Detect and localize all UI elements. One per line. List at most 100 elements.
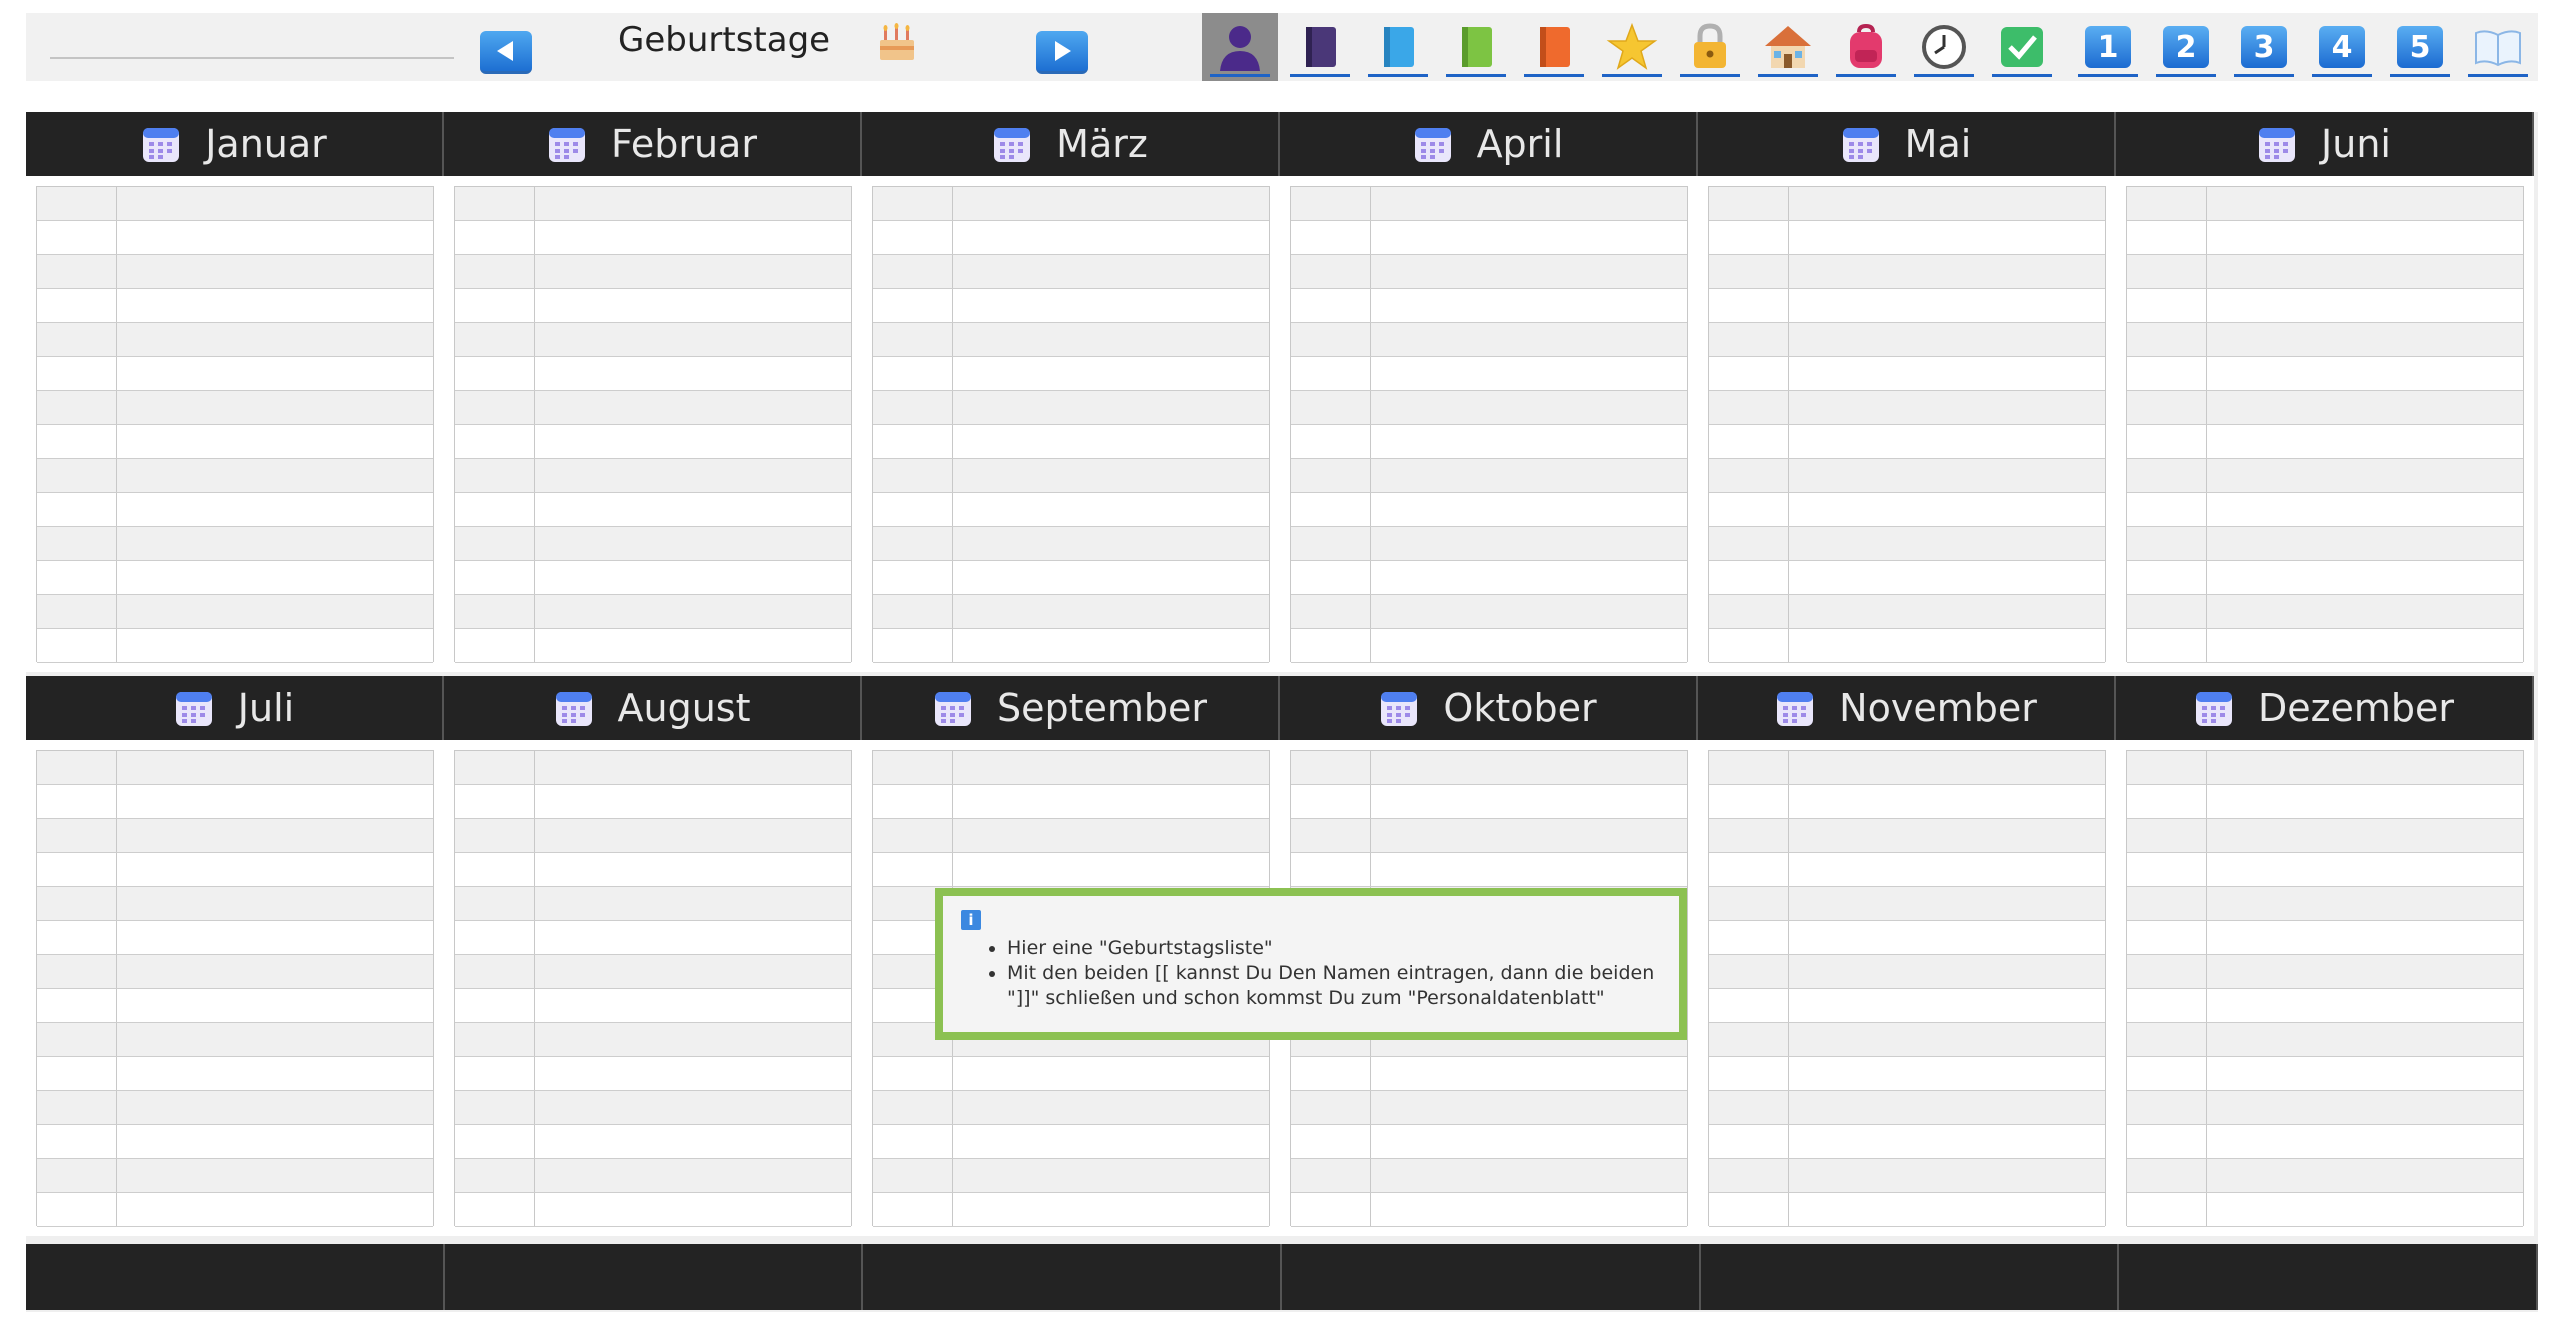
name-cell[interactable] bbox=[535, 785, 851, 818]
name-cell[interactable] bbox=[1789, 425, 2105, 458]
table-row[interactable] bbox=[873, 595, 1269, 629]
table-row[interactable] bbox=[873, 1091, 1269, 1125]
table-row[interactable] bbox=[1709, 289, 2105, 323]
day-cell[interactable] bbox=[1291, 1091, 1371, 1124]
table-row[interactable] bbox=[455, 527, 851, 561]
table-row[interactable] bbox=[37, 921, 433, 955]
table-row[interactable] bbox=[873, 255, 1269, 289]
name-cell[interactable] bbox=[1371, 527, 1687, 560]
name-cell[interactable] bbox=[1371, 1193, 1687, 1226]
name-cell[interactable] bbox=[1789, 357, 2105, 390]
name-cell[interactable] bbox=[953, 459, 1269, 492]
day-cell[interactable] bbox=[1709, 391, 1789, 424]
day-cell[interactable] bbox=[455, 1023, 535, 1056]
table-row[interactable] bbox=[1709, 1193, 2105, 1227]
name-cell[interactable] bbox=[117, 921, 433, 954]
day-cell[interactable] bbox=[1709, 785, 1789, 818]
name-cell[interactable] bbox=[953, 1091, 1269, 1124]
day-cell[interactable] bbox=[1291, 493, 1371, 526]
day-cell[interactable] bbox=[37, 921, 117, 954]
table-row[interactable] bbox=[1291, 527, 1687, 561]
table-row[interactable] bbox=[873, 751, 1269, 785]
name-cell[interactable] bbox=[535, 887, 851, 920]
table-row[interactable] bbox=[37, 887, 433, 921]
name-cell[interactable] bbox=[117, 853, 433, 886]
table-row[interactable] bbox=[37, 1091, 433, 1125]
day-cell[interactable] bbox=[1709, 1091, 1789, 1124]
day-cell[interactable] bbox=[2127, 1057, 2207, 1090]
table-row[interactable] bbox=[1291, 459, 1687, 493]
table-row[interactable] bbox=[1291, 289, 1687, 323]
name-cell[interactable] bbox=[535, 629, 851, 662]
name-cell[interactable] bbox=[1789, 1125, 2105, 1158]
day-cell[interactable] bbox=[37, 751, 117, 784]
table-row[interactable] bbox=[1709, 187, 2105, 221]
name-cell[interactable] bbox=[953, 527, 1269, 560]
name-cell[interactable] bbox=[2207, 1057, 2523, 1090]
name-cell[interactable] bbox=[2207, 289, 2523, 322]
day-cell[interactable] bbox=[873, 1193, 953, 1226]
day-cell[interactable] bbox=[455, 221, 535, 254]
day-cell[interactable] bbox=[455, 819, 535, 852]
table-row[interactable] bbox=[1291, 187, 1687, 221]
table-row[interactable] bbox=[455, 595, 851, 629]
table-row[interactable] bbox=[1709, 1125, 2105, 1159]
day-cell[interactable] bbox=[1291, 819, 1371, 852]
name-cell[interactable] bbox=[117, 255, 433, 288]
table-row[interactable] bbox=[455, 1091, 851, 1125]
table-row[interactable] bbox=[873, 1125, 1269, 1159]
table-row[interactable] bbox=[873, 323, 1269, 357]
table-row[interactable] bbox=[455, 1159, 851, 1193]
day-cell[interactable] bbox=[1291, 1193, 1371, 1226]
table-row[interactable] bbox=[1291, 751, 1687, 785]
name-cell[interactable] bbox=[535, 221, 851, 254]
day-cell[interactable] bbox=[455, 989, 535, 1022]
day-cell[interactable] bbox=[455, 391, 535, 424]
backpack-button[interactable] bbox=[1828, 13, 1904, 81]
day-cell[interactable] bbox=[37, 289, 117, 322]
day-cell[interactable] bbox=[37, 323, 117, 356]
table-row[interactable] bbox=[1291, 391, 1687, 425]
table-row[interactable] bbox=[873, 785, 1269, 819]
table-row[interactable] bbox=[1709, 425, 2105, 459]
name-cell[interactable] bbox=[1371, 1091, 1687, 1124]
name-cell[interactable] bbox=[117, 1159, 433, 1192]
name-cell[interactable] bbox=[953, 391, 1269, 424]
day-cell[interactable] bbox=[455, 323, 535, 356]
day-cell[interactable] bbox=[873, 1057, 953, 1090]
name-cell[interactable] bbox=[535, 751, 851, 784]
table-row[interactable] bbox=[37, 819, 433, 853]
table-row[interactable] bbox=[1709, 561, 2105, 595]
day-cell[interactable] bbox=[37, 493, 117, 526]
name-cell[interactable] bbox=[1789, 887, 2105, 920]
table-row[interactable] bbox=[37, 221, 433, 255]
day-cell[interactable] bbox=[873, 785, 953, 818]
table-row[interactable] bbox=[455, 785, 851, 819]
day-cell[interactable] bbox=[37, 459, 117, 492]
day-cell[interactable] bbox=[1709, 989, 1789, 1022]
name-cell[interactable] bbox=[535, 323, 851, 356]
day-cell[interactable] bbox=[873, 1125, 953, 1158]
name-cell[interactable] bbox=[1371, 785, 1687, 818]
name-cell[interactable] bbox=[117, 1193, 433, 1226]
name-cell[interactable] bbox=[2207, 561, 2523, 594]
day-cell[interactable] bbox=[455, 595, 535, 628]
name-cell[interactable] bbox=[953, 1057, 1269, 1090]
table-row[interactable] bbox=[2127, 887, 2523, 921]
day-cell[interactable] bbox=[1291, 561, 1371, 594]
table-row[interactable] bbox=[2127, 785, 2523, 819]
table-row[interactable] bbox=[37, 459, 433, 493]
day-cell[interactable] bbox=[455, 357, 535, 390]
table-row[interactable] bbox=[2127, 1125, 2523, 1159]
name-cell[interactable] bbox=[535, 853, 851, 886]
day-cell[interactable] bbox=[2127, 853, 2207, 886]
day-cell[interactable] bbox=[455, 751, 535, 784]
name-cell[interactable] bbox=[1789, 187, 2105, 220]
day-cell[interactable] bbox=[2127, 221, 2207, 254]
name-cell[interactable] bbox=[953, 785, 1269, 818]
name-cell[interactable] bbox=[2207, 955, 2523, 988]
day-cell[interactable] bbox=[455, 629, 535, 662]
name-cell[interactable] bbox=[535, 187, 851, 220]
name-cell[interactable] bbox=[1371, 751, 1687, 784]
prev-button[interactable] bbox=[478, 22, 534, 74]
